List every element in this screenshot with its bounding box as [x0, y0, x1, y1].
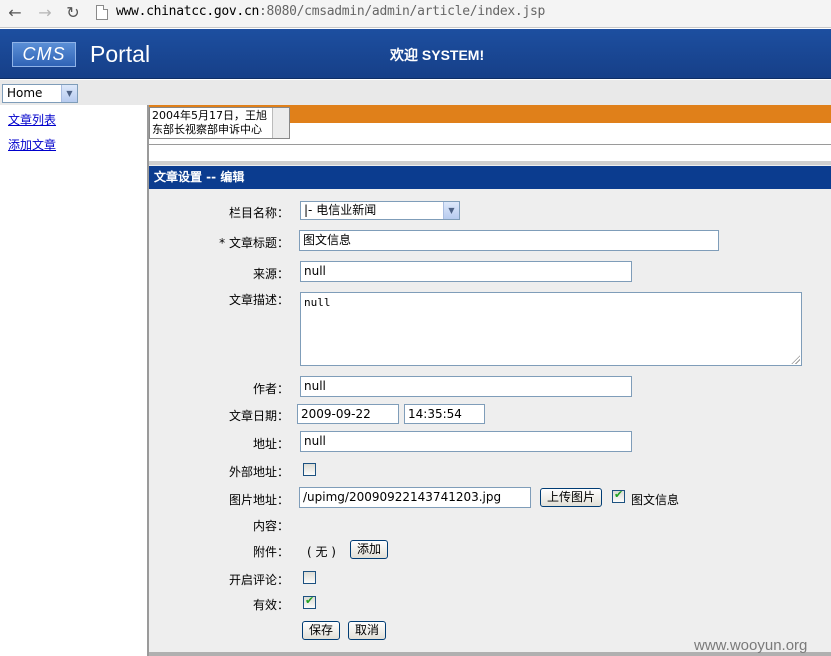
enable-comment-checkbox[interactable]	[303, 571, 316, 584]
attachment-label: 附件：	[252, 545, 289, 559]
watermark: www.wooyun.org	[694, 637, 808, 654]
chevron-down-icon[interactable]: ▼	[61, 85, 77, 102]
title-input[interactable]: 图文信息	[299, 230, 719, 251]
welcome-text: 欢迎 SYSTEM!	[390, 47, 485, 63]
forward-arrow-icon[interactable]: →	[34, 3, 56, 23]
column-label: 栏目名称：	[228, 206, 289, 220]
divider	[149, 144, 831, 145]
time-input[interactable]: 14:35:54	[404, 404, 485, 424]
preview-line-2: 东部长视察部申诉中心	[152, 123, 262, 136]
url-path: :8080/cmsadmin/admin/article/index.jsp	[259, 4, 546, 19]
back-arrow-icon[interactable]: ←	[4, 3, 26, 23]
sidebar-item-article-list[interactable]: 文章列表	[8, 111, 56, 128]
resize-grip-icon[interactable]	[791, 355, 800, 364]
enable-comment-label: 开启评论：	[228, 573, 289, 587]
module-select[interactable]: Home ▼	[2, 84, 78, 103]
attachment-value: ( 无 )	[307, 545, 336, 559]
image-path-input[interactable]: /upimg/20090922143741203.jpg	[299, 487, 531, 508]
address-input[interactable]: null	[300, 431, 632, 452]
column-select[interactable]: |- 电信业新闻 ▼	[300, 201, 460, 220]
add-attachment-button[interactable]: 添加	[350, 540, 388, 559]
image-news-checkbox[interactable]	[612, 488, 625, 503]
address-label: 地址：	[252, 437, 289, 451]
upload-image-button[interactable]: 上传图片	[540, 488, 602, 507]
portal-title: Portal	[90, 41, 151, 67]
chevron-down-icon[interactable]: ▼	[443, 202, 459, 219]
image-label: 图片地址：	[228, 493, 289, 507]
module-select-bar: Home ▼	[0, 80, 831, 105]
content-label: 内容：	[252, 519, 289, 533]
article-edit-panel: 文章设置 -- 编辑 栏目名称： |- 电信业新闻 ▼ * 文章标题： 图文信息…	[149, 165, 831, 656]
valid-label: 有效：	[252, 598, 289, 612]
title-label: * 文章标题：	[219, 236, 289, 250]
page-icon	[96, 5, 108, 20]
scrollbar[interactable]	[272, 108, 289, 138]
reload-icon[interactable]: ↻	[62, 3, 84, 23]
description-label: 文章描述：	[228, 293, 289, 307]
column-select-value: |- 电信业新闻	[304, 203, 377, 217]
save-button[interactable]: 保存	[302, 621, 340, 640]
sidebar-item-add-article[interactable]: 添加文章	[8, 136, 56, 153]
valid-checkbox[interactable]	[303, 594, 316, 609]
description-value: null	[304, 296, 331, 309]
site-header: CMS Portal 欢迎 SYSTEM!	[0, 29, 831, 79]
cancel-button[interactable]: 取消	[348, 621, 386, 640]
address-bar[interactable]: www.chinatcc.gov.cn:8080/cmsadmin/admin/…	[116, 4, 545, 19]
external-address-label: 外部地址：	[228, 465, 289, 479]
cms-logo: CMS	[12, 42, 76, 67]
source-input[interactable]: null	[300, 261, 632, 282]
preview-textarea[interactable]: 2004年5月17日，王旭 东部长视察部申诉中心	[149, 107, 290, 139]
preview-line-1: 2004年5月17日，王旭	[152, 109, 267, 122]
url-host: www.chinatcc.gov.cn	[116, 4, 260, 19]
sidebar: 文章列表 添加文章	[0, 105, 147, 656]
author-label: 作者：	[252, 382, 289, 396]
panel-title: 文章设置 -- 编辑	[149, 166, 831, 189]
external-address-checkbox[interactable]	[303, 463, 316, 476]
author-input[interactable]: null	[300, 376, 632, 397]
image-news-label: 图文信息	[631, 493, 680, 507]
module-select-value: Home	[7, 86, 43, 100]
description-textarea[interactable]: null	[300, 292, 802, 366]
browser-toolbar: ← → ↻ www.chinatcc.gov.cn:8080/cmsadmin/…	[0, 0, 831, 28]
date-input[interactable]: 2009-09-22	[297, 404, 399, 424]
date-label: 文章日期：	[228, 409, 289, 423]
source-label: 来源：	[252, 267, 289, 281]
